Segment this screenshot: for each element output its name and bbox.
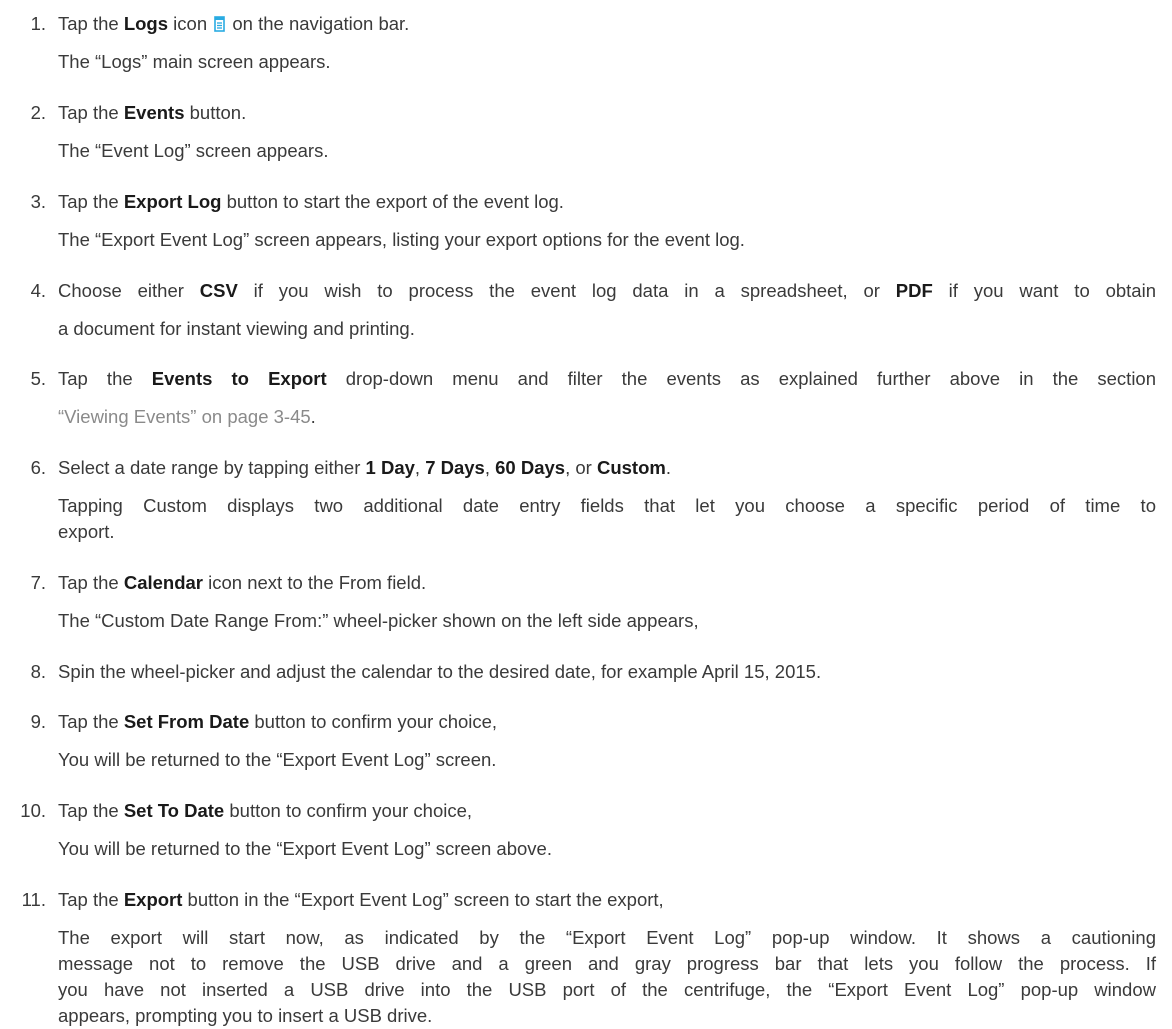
step-instruction: Tap the Events to Export drop-down menu … [58,366,1156,392]
step-number: 3. [30,191,46,212]
text: Tap the [58,572,124,593]
step-result: You will be returned to the “Export Even… [58,838,552,859]
text: Tap the [58,102,124,123]
step-number: 9. [30,711,46,732]
step-result-cont: appears, prompting you to insert a USB d… [58,1005,433,1026]
custom-label: Custom [596,457,666,478]
set-from-date-label: Set From Date [123,711,250,732]
step-instruction: Tap the Export Log button to start the e… [58,189,1156,215]
text: drop-down menu and filter the events as … [326,368,1157,389]
step-instruction: Tap the Calendar icon next to the From f… [58,570,1156,596]
step-instruction: Tap the Events button. [58,100,1156,126]
step-number: 6. [30,457,46,478]
export-log-label: Export Log [123,191,222,212]
step-result: The export will start now, as indicated … [58,927,1156,948]
text: if you wish to process the event log dat… [237,280,896,301]
step-instruction: Tap the Set From Date button to confirm … [58,709,1156,735]
pdf-label: PDF [895,280,933,301]
text: . [310,406,316,427]
step-instruction: Choose either CSV if you wish to process… [58,278,1156,304]
step-number: 11. [21,889,46,910]
step-result: The “Event Log” screen appears. [58,140,329,161]
text: Select a date range by tapping either [58,457,366,478]
text: button. [184,102,247,123]
step-instruction: Spin the wheel-picker and adjust the cal… [58,661,822,682]
step-instruction: Select a date range by tapping either 1 … [58,455,1156,481]
step-instruction-cont: a document for instant viewing and print… [58,318,415,339]
text: Tap the [58,800,124,821]
step-number: 1. [30,13,46,34]
step-instruction: Tap the Export button in the “Export Eve… [58,887,1156,913]
step-number: 10. [20,800,46,821]
events-label: Events [123,102,185,123]
step-result-cont: export. [58,521,115,542]
step-result: You will be returned to the “Export Even… [58,749,497,770]
text: button in the “Export Event Log” screen … [182,889,664,910]
events-to-export-label: Events to Export [151,368,327,389]
text: Tap the [58,889,124,910]
text: button to start the export of the event … [221,191,564,212]
step-number: 8. [30,661,46,682]
set-to-date-label: Set To Date [123,800,225,821]
text: , [484,457,496,478]
text: Tap the [58,368,152,389]
step-result: The “Export Event Log” screen appears, l… [58,229,745,250]
one-day-label: 1 Day [365,457,415,478]
text: Tap the [58,13,124,34]
text: , [414,457,426,478]
text: , or [565,457,597,478]
text: . [665,457,671,478]
step-result: The “Logs” main screen appears. [58,51,331,72]
calendar-label: Calendar [123,572,203,593]
viewing-events-link[interactable]: “Viewing Events” on page 3-45 [58,406,311,427]
step-result: Tapping Custom displays two additional d… [58,495,1156,516]
step-result-cont: you have not inserted a USB drive into t… [58,979,1156,1000]
step-number: 2. [30,102,46,123]
export-label: Export [123,889,183,910]
step-number: 7. [30,572,46,593]
text: Tap the [58,711,124,732]
text: Choose either [58,280,200,301]
text: on the navigation bar. [227,13,410,34]
logs-label: Logs [123,13,169,34]
text: icon [168,13,213,34]
step-instruction: Tap the Set To Date button to confirm yo… [58,798,1156,824]
step-instruction: Tap the Logs icon on the navigation bar. [58,11,1156,37]
step-result: The “Custom Date Range From:” wheel-pick… [58,610,699,631]
instruction-list: 1. Tap the Logs icon on the navigation b… [0,0,1172,1026]
text: button to confirm your choice, [224,800,473,821]
sixty-days-label: 60 Days [495,457,566,478]
step-result-cont: message not to remove the USB drive and … [58,953,1156,974]
csv-label: CSV [199,280,238,301]
seven-days-label: 7 Days [425,457,485,478]
text: icon next to the From field. [203,572,427,593]
text: Tap the [58,191,124,212]
logs-icon [214,16,226,32]
step-instruction-cont: “Viewing Events” on page 3-45. [58,404,1156,430]
text: if you want to obtain [932,280,1156,301]
step-number: 4. [30,280,46,301]
step-number: 5. [30,368,46,389]
text: button to confirm your choice, [249,711,498,732]
